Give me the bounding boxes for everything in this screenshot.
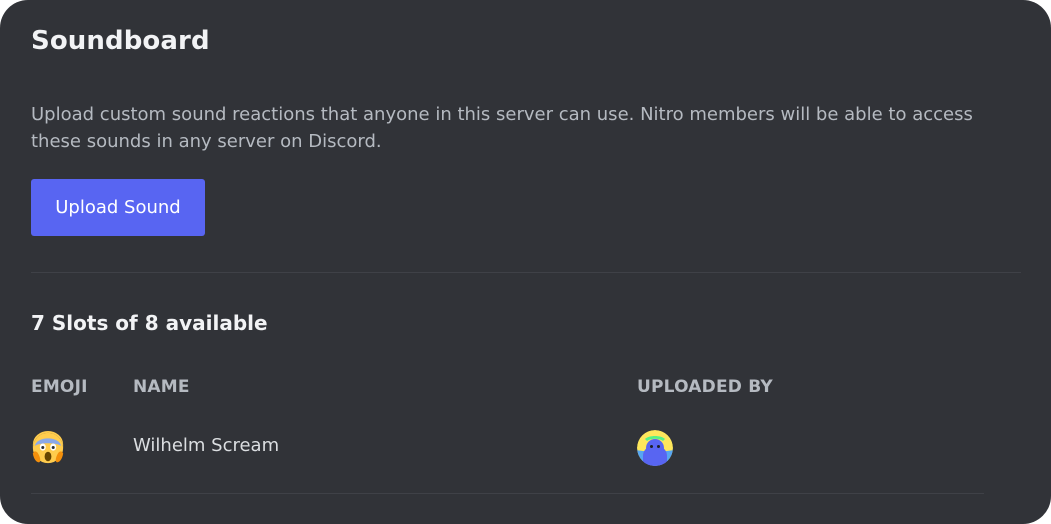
sound-name: Wilhelm Scream (133, 435, 280, 456)
column-header-emoji: EMOJI (31, 377, 88, 397)
slots-available-heading: 7 Slots of 8 available (31, 311, 268, 335)
avatar-icon[interactable] (637, 430, 673, 466)
description-text: Upload custom sound reactions that anyon… (31, 104, 973, 152)
face-screaming-in-fear-icon (32, 431, 64, 464)
column-header-uploaded-by: UPLOADED BY (637, 377, 773, 397)
upload-sound-button[interactable]: Upload Sound (31, 179, 205, 236)
section-divider (31, 272, 1021, 273)
row-divider (31, 493, 984, 494)
page-title: Soundboard (31, 26, 210, 56)
column-header-name: NAME (133, 377, 190, 397)
soundboard-panel: Soundboard Upload custom sound reactions… (0, 0, 1051, 524)
